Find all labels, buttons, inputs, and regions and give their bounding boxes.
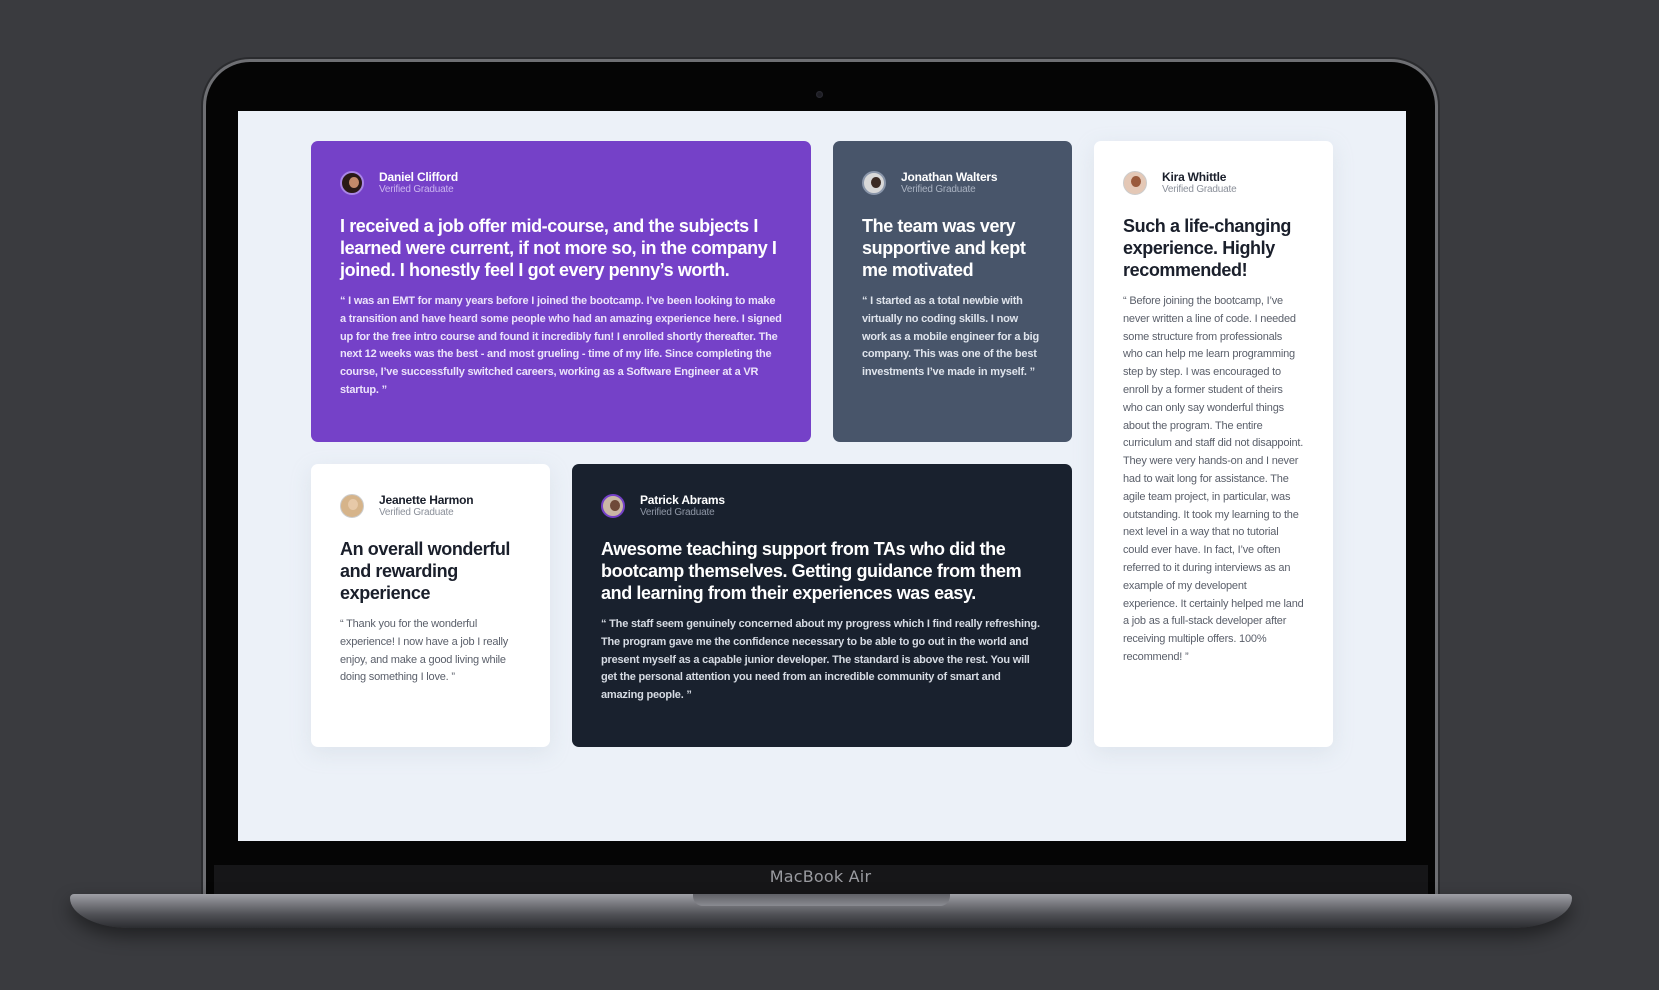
person-info: Jeanette Harmon Verified Graduate (340, 493, 521, 519)
person-role: Verified Graduate (379, 183, 454, 195)
person-info: Daniel Clifford Verified Graduate (340, 170, 782, 196)
person-info: Kira Whittle Verified Graduate (1123, 170, 1304, 196)
avatar (340, 171, 364, 195)
person-name: Jonathan Walters (901, 169, 998, 184)
person-info: Patrick Abrams Verified Graduate (601, 493, 1043, 519)
person-name: Daniel Clifford (379, 169, 459, 184)
testimonial-card-jonathan: Jonathan Walters Verified Graduate The t… (833, 141, 1072, 442)
testimonial-quote: “ Before joining the bootcamp, I’ve neve… (1123, 295, 1304, 663)
laptop-opening-notch (693, 894, 950, 906)
person-info: Jonathan Walters Verified Graduate (862, 170, 1043, 196)
testimonial-card-patrick: Patrick Abrams Verified Graduate Awesome… (572, 464, 1072, 747)
webcam-icon (816, 91, 823, 98)
avatar (862, 171, 886, 195)
testimonial-headline: Awesome teaching support from TAs who di… (601, 539, 1022, 603)
laptop-screen: Daniel Clifford Verified Graduate I rece… (238, 111, 1406, 841)
avatar (601, 494, 625, 518)
testimonial-card-kira: Kira Whittle Verified Graduate Such a li… (1094, 141, 1333, 747)
person-name: Jeanette Harmon (379, 492, 474, 507)
testimonial-headline: I received a job offer mid-course, and t… (340, 216, 777, 280)
avatar (340, 494, 364, 518)
person-role: Verified Graduate (1162, 183, 1237, 195)
testimonial-headline: Such a life-changing experience. Highly … (1123, 216, 1292, 280)
testimonial-headline: The team was very supportive and kept me… (862, 216, 1026, 280)
avatar (1123, 171, 1147, 195)
testimonial-headline: An overall wonderful and rewarding exper… (340, 539, 511, 603)
testimonial-card-jeanette: Jeanette Harmon Verified Graduate An ove… (311, 464, 550, 747)
testimonial-quote: “ I was an EMT for many years before I j… (340, 295, 782, 396)
person-name: Kira Whittle (1162, 169, 1227, 184)
person-role: Verified Graduate (901, 183, 976, 195)
laptop-mockup: Daniel Clifford Verified Graduate I rece… (0, 0, 1659, 990)
testimonial-quote: “ I started as a total newbie with virtu… (862, 295, 1039, 379)
testimonial-quote: “ The staff seem genuinely concerned abo… (601, 618, 1040, 702)
person-name: Patrick Abrams (640, 492, 725, 507)
device-brand-label: MacBook Air (769, 867, 872, 886)
person-role: Verified Graduate (379, 506, 454, 518)
testimonial-quote: “ Thank you for the wonderful experience… (340, 618, 509, 684)
person-role: Verified Graduate (640, 506, 715, 518)
testimonial-card-daniel: Daniel Clifford Verified Graduate I rece… (311, 141, 811, 442)
